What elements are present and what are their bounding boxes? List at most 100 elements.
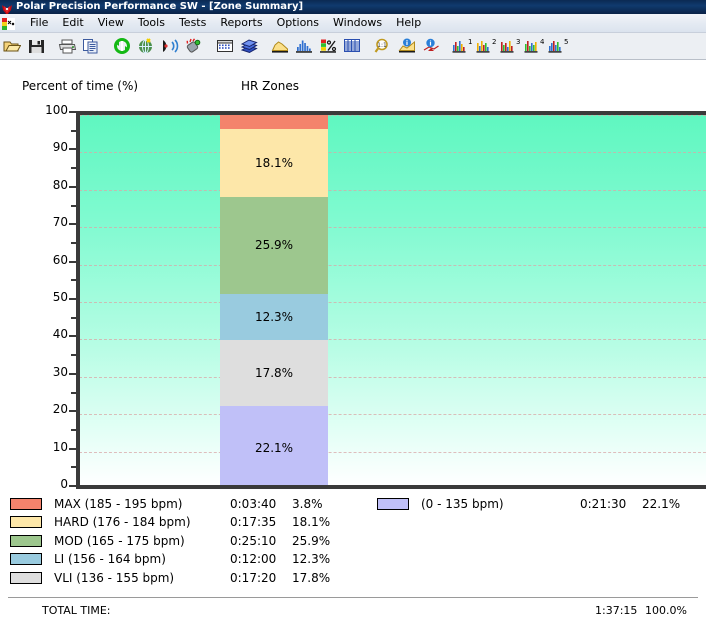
y-tick-minor (71, 241, 76, 244)
bar-segment[interactable]: 22.1% (220, 406, 328, 489)
info-marker-icon[interactable]: i (420, 35, 442, 57)
report-1-icon[interactable]: 1 (451, 35, 473, 57)
report-5-icon[interactable]: 5 (547, 35, 569, 57)
total-time-label: TOTAL TIME: (42, 604, 111, 617)
menu-item-tests[interactable]: Tests (172, 15, 213, 32)
legend-label: MAX (185 - 195 bpm) (54, 496, 183, 511)
toolbar-separator (261, 35, 268, 57)
bar-segment[interactable]: 17.8% (220, 339, 328, 407)
y-tick-minor (71, 466, 76, 469)
legend-percent: 18.1% (292, 515, 331, 530)
legend-label: LI (156 - 164 bpm) (54, 552, 166, 567)
bar-segment-label: 12.3% (254, 309, 294, 324)
svg-text:1: 1 (468, 38, 472, 46)
diary-book-icon[interactable] (238, 35, 260, 57)
legend: MAX (185 - 195 bpm) 0:03:40 3.8% HARD (176 … (0, 494, 706, 592)
gridline (79, 339, 706, 341)
data-table-icon[interactable] (341, 35, 363, 57)
svg-text:i: i (406, 39, 408, 47)
stacked-bar[interactable]: 18.1% 25.9% 12.3% 17.8% 22.1% (220, 115, 328, 489)
y-tick-major (69, 148, 76, 151)
bar-segment[interactable] (220, 115, 328, 130)
total-row: TOTAL TIME: 1:37:15 100.0% (0, 601, 706, 621)
menu-item-help[interactable]: Help (389, 15, 428, 32)
y-tick-label: 50 (52, 290, 68, 304)
info-curve-icon[interactable]: i (396, 35, 418, 57)
report-4-icon[interactable]: 4 (523, 35, 545, 57)
refresh-sync-icon[interactable] (111, 35, 133, 57)
legend-percent: 22.1% (642, 496, 681, 511)
menu-item-windows[interactable]: Windows (326, 15, 389, 32)
svg-text:3: 3 (516, 38, 520, 46)
gridline (79, 451, 706, 453)
svg-text:1:1: 1:1 (377, 42, 387, 49)
legend-label: MOD (165 - 175 bpm) (54, 533, 185, 548)
bar-chart-icon[interactable] (293, 35, 315, 57)
legend-percent: 17.8% (292, 570, 331, 585)
menu-item-reports[interactable]: Reports (213, 15, 269, 32)
open-folder-icon[interactable] (1, 35, 23, 57)
y-tick-major (69, 111, 76, 113)
y-tick-major (69, 260, 76, 263)
menu-bar: File Edit View Tools Tests Reports Optio… (0, 14, 706, 33)
polar-app-icon[interactable] (2, 16, 18, 30)
globe-transfer-icon[interactable] (135, 35, 157, 57)
legend-swatch (10, 516, 42, 529)
y-tick-minor (71, 129, 76, 132)
total-time-value: 1:37:15 (595, 604, 638, 617)
calendar-icon[interactable] (214, 35, 236, 57)
legend-row: MAX (185 - 195 bpm) 0:03:40 3.8% (10, 494, 323, 513)
bar-segment[interactable]: 12.3% (220, 293, 328, 340)
legend-label: VLI (136 - 155 bpm) (54, 570, 175, 585)
title-bar: Polar Precision Performance SW - [Zone S… (0, 0, 706, 15)
gridline (79, 414, 706, 416)
legend-label: (0 - 135 bpm) (421, 496, 504, 511)
legend-row: LI (156 - 164 bpm) 0:12:00 12.3% (10, 550, 330, 569)
bar-segment-label: 18.1% (254, 156, 294, 171)
save-disk-icon[interactable] (25, 35, 47, 57)
menu-item-tools[interactable]: Tools (131, 15, 172, 32)
y-tick-major (69, 185, 76, 188)
legend-row: (0 - 135 bpm) 0:21:30 22.1% (377, 494, 680, 513)
y-tick-label: 70 (52, 215, 68, 230)
toolbar-separator (364, 35, 371, 57)
y-tick-minor (71, 316, 76, 319)
toolbar: 1:1 i i 1 2 3 4 5 (0, 33, 706, 60)
menu-item-view[interactable]: View (91, 15, 131, 32)
y-tick-label: 100 (45, 103, 68, 117)
legend-row: HARD (176 - 184 bpm) 0:17:35 18.1% (10, 513, 330, 532)
menu-item-options[interactable]: Options (270, 15, 326, 32)
toolbar-separator (48, 35, 55, 57)
bar-segment-label: 25.9% (254, 238, 294, 253)
menu-item-file[interactable]: File (23, 15, 55, 32)
menu-item-edit[interactable]: Edit (55, 15, 90, 32)
legend-swatch (10, 571, 42, 584)
plot-area: 18.1% 25.9% 12.3% 17.8% 22.1% (79, 111, 706, 489)
report-2-icon[interactable]: 2 (475, 35, 497, 57)
bar-segment[interactable]: 25.9% (220, 196, 328, 294)
legend-row: MOD (165 - 175 bpm) 0:25:10 25.9% (10, 531, 330, 550)
infrared-receive-icon[interactable] (159, 35, 181, 57)
x-axis-line (76, 485, 706, 489)
y-tick-major (69, 447, 76, 450)
legend-percent: 3.8% (292, 496, 323, 511)
gridline (79, 302, 706, 303)
legend-label: HARD (176 - 184 bpm) (54, 515, 191, 530)
area-curve-icon[interactable] (269, 35, 291, 57)
y-tick-major (69, 372, 76, 375)
total-percent-value: 100.0% (645, 604, 687, 617)
toolbar-separator (443, 35, 450, 57)
legend-time: 0:12:00 (230, 552, 277, 567)
legend-row: VLI (136 - 155 bpm) 0:17:20 17.8% (10, 568, 330, 587)
window-title: Polar Precision Performance SW - [Zone S… (16, 1, 304, 12)
bar-segment[interactable]: 18.1% (220, 129, 328, 197)
zone-percent-icon[interactable] (317, 35, 339, 57)
gridline (79, 227, 706, 229)
heart-rate-sensor-icon[interactable] (183, 35, 205, 57)
legend-time: 0:03:40 (230, 496, 277, 511)
zoom-magnifier-icon[interactable]: 1:1 (372, 35, 394, 57)
copy-icon[interactable] (80, 35, 102, 57)
report-3-icon[interactable]: 3 (499, 35, 521, 57)
y-tick-major (69, 410, 76, 413)
print-icon[interactable] (56, 35, 78, 57)
